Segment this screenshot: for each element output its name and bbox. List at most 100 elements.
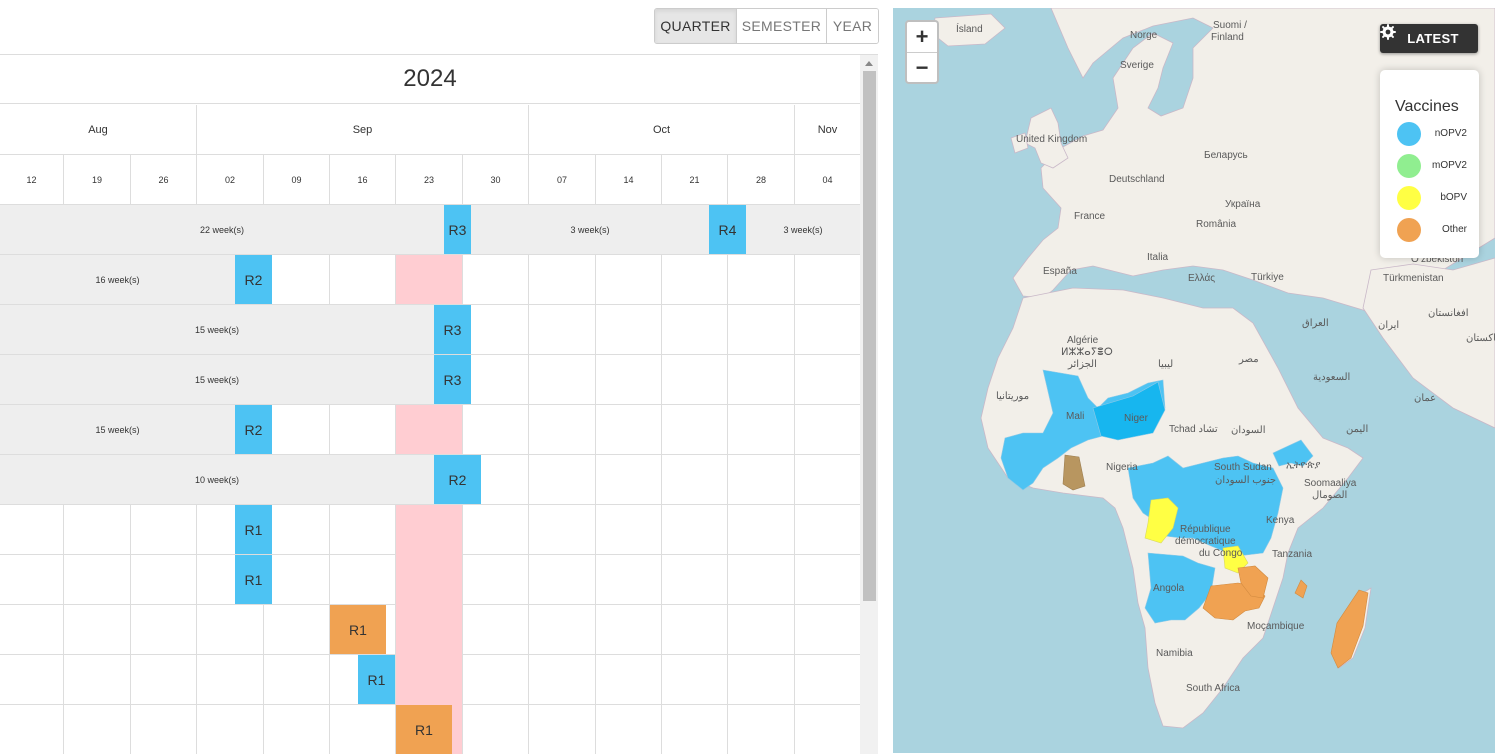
map-label: Norge bbox=[1130, 30, 1158, 41]
timeline-year: 2024 bbox=[0, 55, 860, 104]
semester-button[interactable]: SEMESTER bbox=[736, 9, 826, 43]
map-label: افغانستان bbox=[1428, 308, 1469, 319]
zoom-out-button[interactable]: − bbox=[907, 53, 937, 83]
map-label: Türkmenistan bbox=[1383, 273, 1444, 284]
week-label: 26 bbox=[158, 174, 169, 185]
map-label: الصومال bbox=[1312, 490, 1347, 501]
month-label: Nov bbox=[817, 123, 838, 136]
map-label: ⵍⵣⵣⴰⵢⴻⵔ bbox=[1061, 347, 1113, 358]
scroll-up-arrow-icon[interactable] bbox=[865, 61, 873, 66]
round-block[interactable]: R3 bbox=[444, 205, 471, 254]
period-toggle: QUARTER SEMESTER YEAR bbox=[654, 8, 879, 44]
region-comoros-other bbox=[1294, 579, 1308, 599]
map-label: Ísland bbox=[956, 22, 983, 35]
timeline-grid: 2024 Aug Sep Oct Nov 12 19 26 02 09 16 2… bbox=[0, 54, 878, 754]
legend-title: Vaccines bbox=[1395, 98, 1459, 115]
legend-swatch bbox=[1397, 154, 1421, 178]
week-label: 02 bbox=[224, 174, 235, 185]
round-block[interactable]: R1 bbox=[396, 705, 452, 754]
map-label: السعودية bbox=[1313, 372, 1350, 383]
map-label: عمان bbox=[1414, 393, 1436, 404]
map-label: Angola bbox=[1153, 583, 1185, 594]
interval-band: 15 week(s) bbox=[0, 405, 235, 454]
map-label: Беларусь bbox=[1204, 150, 1248, 161]
map-label: Finland bbox=[1211, 32, 1244, 43]
map-label: République bbox=[1180, 524, 1231, 535]
round-block[interactable]: R3 bbox=[434, 355, 471, 404]
interval-band: 15 week(s) bbox=[0, 305, 434, 354]
legend-label: nOPV2 bbox=[1434, 128, 1467, 139]
map-label: France bbox=[1074, 211, 1106, 222]
map-label: South Sudan bbox=[1214, 462, 1272, 473]
map-label: اليمن bbox=[1346, 424, 1368, 435]
map-label: Ελλάς bbox=[1188, 272, 1215, 284]
month-label: Sep bbox=[352, 123, 373, 136]
week-label: 07 bbox=[556, 174, 567, 185]
week-label: 23 bbox=[423, 174, 434, 185]
map-label: España bbox=[1043, 266, 1077, 277]
legend-label: Other bbox=[1441, 224, 1467, 235]
map-label: Niger bbox=[1124, 413, 1149, 424]
zoom-in-button[interactable]: + bbox=[907, 22, 937, 53]
legend-swatch bbox=[1397, 122, 1421, 146]
legend-item-nopv2: nOPV2 bbox=[1395, 122, 1475, 146]
map-label: Namibia bbox=[1156, 648, 1193, 659]
campaign-map[interactable]: Ísland Norge Suomi / Finland Sverige Uni… bbox=[893, 8, 1495, 753]
round-block[interactable]: R2 bbox=[235, 405, 272, 454]
vaccine-legend: Vaccines nOPV2 mOPV2 bOPV Other bbox=[1380, 70, 1479, 258]
quarter-button[interactable]: QUARTER bbox=[655, 9, 736, 43]
map-label: Kenya bbox=[1266, 515, 1295, 526]
map-label: Suomi / bbox=[1213, 20, 1247, 31]
map-label: Nigeria bbox=[1106, 462, 1138, 473]
week-label: 09 bbox=[291, 174, 302, 185]
map-label: ኢትዮጵያ bbox=[1286, 460, 1320, 471]
scrollbar-thumb[interactable] bbox=[863, 71, 876, 601]
map-label: du Congo bbox=[1199, 548, 1243, 559]
current-week-highlight bbox=[396, 255, 462, 304]
interval-band: 22 week(s) bbox=[0, 205, 444, 254]
map-label: România bbox=[1196, 219, 1236, 230]
interval-band: 3 week(s) bbox=[746, 205, 860, 254]
map-label: Italia bbox=[1147, 252, 1169, 263]
map-label: جنوب السودان bbox=[1215, 475, 1276, 486]
map-label: Sverige bbox=[1120, 60, 1154, 71]
current-week-highlight bbox=[396, 405, 462, 454]
week-label: 04 bbox=[822, 174, 833, 185]
interval-band: 10 week(s) bbox=[0, 455, 434, 504]
week-label: 14 bbox=[623, 174, 634, 185]
week-label: 21 bbox=[689, 174, 700, 185]
map-label: United Kingdom bbox=[1016, 134, 1087, 145]
round-block[interactable]: R1 bbox=[235, 505, 272, 554]
round-block[interactable]: R3 bbox=[434, 305, 471, 354]
legend-item-other: Other bbox=[1395, 218, 1475, 242]
week-label: 28 bbox=[755, 174, 766, 185]
map-label: démocratique bbox=[1175, 536, 1236, 547]
week-label: 12 bbox=[26, 174, 37, 185]
week-label: 16 bbox=[357, 174, 368, 185]
week-label: 19 bbox=[91, 174, 102, 185]
map-label: South Africa bbox=[1186, 683, 1240, 694]
legend-label: bOPV bbox=[1440, 192, 1467, 203]
map-label: Moçambique bbox=[1247, 621, 1305, 632]
map-label: الجزائر bbox=[1067, 359, 1097, 370]
round-block[interactable]: R1 bbox=[358, 655, 395, 704]
round-block[interactable]: R2 bbox=[235, 255, 272, 304]
legend-item-bopv: bOPV bbox=[1395, 186, 1475, 210]
round-block[interactable]: R4 bbox=[709, 205, 746, 254]
map-label: Deutschland bbox=[1109, 174, 1165, 185]
round-block[interactable]: R1 bbox=[330, 605, 386, 654]
map-label: Mali bbox=[1066, 411, 1084, 422]
latest-button-label: LATEST bbox=[1407, 31, 1459, 46]
interval-band: 15 week(s) bbox=[0, 355, 434, 404]
interval-band: 3 week(s) bbox=[471, 205, 709, 254]
year-button[interactable]: YEAR bbox=[826, 9, 878, 43]
interval-band: 16 week(s) bbox=[0, 255, 235, 304]
round-block[interactable]: R1 bbox=[235, 555, 272, 604]
latest-button[interactable]: LATEST bbox=[1380, 24, 1478, 53]
round-block[interactable]: R2 bbox=[434, 455, 481, 504]
map-label: Tchad تشاد bbox=[1169, 424, 1218, 435]
map-label: ایران bbox=[1378, 320, 1399, 331]
month-label: Aug bbox=[88, 123, 108, 136]
legend-swatch bbox=[1397, 218, 1421, 242]
map-label: السودان bbox=[1231, 425, 1266, 436]
